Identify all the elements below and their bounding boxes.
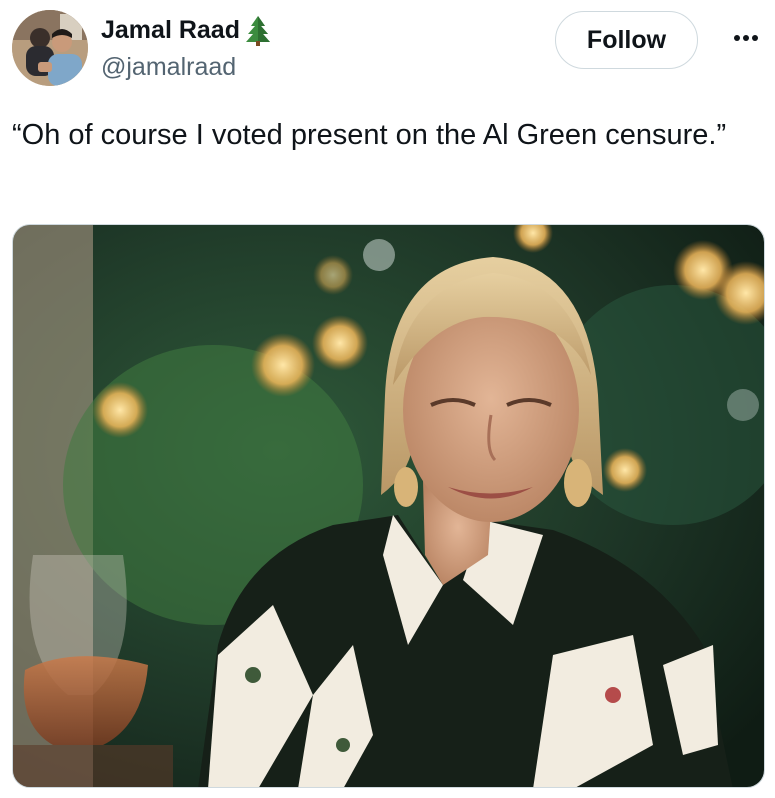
more-options-icon[interactable] xyxy=(730,28,762,48)
follow-button[interactable]: Follow xyxy=(555,11,698,69)
tweet-card: Jamal Raad @jamalraad Follow “Oh of cour… xyxy=(0,0,775,798)
display-name[interactable]: Jamal Raad xyxy=(101,15,240,45)
evergreen-tree-icon xyxy=(243,14,273,46)
tweet-photo[interactable] xyxy=(12,224,765,788)
tweet-text: “Oh of course I voted present on the Al … xyxy=(12,119,727,151)
avatar[interactable] xyxy=(12,10,88,86)
name-row[interactable]: Jamal Raad xyxy=(101,14,273,46)
user-handle[interactable]: @jamalraad xyxy=(101,52,236,82)
